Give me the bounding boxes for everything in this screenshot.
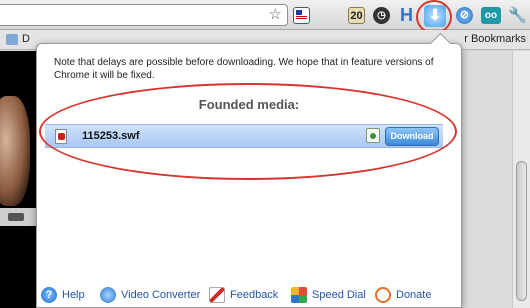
pen-icon	[209, 287, 225, 303]
page-scrollbar[interactable]	[512, 51, 530, 308]
video-frame-image	[0, 96, 30, 206]
video-seek-handle[interactable]	[8, 213, 24, 221]
calendar-extension-icon[interactable]: 20	[348, 7, 365, 24]
video-converter-icon	[100, 287, 116, 303]
help-icon: ?	[41, 287, 57, 303]
scrollbar-thumb[interactable]	[516, 161, 527, 301]
other-bookmarks-link[interactable]: r Bookmarks	[464, 33, 526, 45]
wrench-menu-icon[interactable]: 🔧	[508, 7, 527, 24]
video-converter-label: Video Converter	[121, 289, 201, 301]
bookmark-item[interactable]: D	[22, 33, 30, 45]
page-video-area	[0, 51, 36, 308]
feedback-link[interactable]: Feedback	[209, 285, 278, 305]
h-extension-icon[interactable]: H	[398, 6, 415, 24]
help-label: Help	[62, 289, 85, 301]
help-link[interactable]: ? Help	[41, 285, 85, 305]
donate-label: Donate	[396, 289, 432, 301]
browser-toolbar: ☆ 20 ◷ H ⬇ ⊘ oo 🔧	[0, 0, 530, 34]
bookmark-folder-icon[interactable]	[6, 34, 18, 45]
flag-extension-icon[interactable]	[293, 7, 310, 24]
downloader-popup: Note that delays are possible before dow…	[36, 43, 462, 308]
feedback-label: Feedback	[230, 289, 279, 301]
download-icon-highlight-circle	[416, 0, 452, 34]
donate-link[interactable]: Donate	[375, 285, 431, 305]
cassette-extension-icon[interactable]: oo	[481, 7, 501, 24]
video-converter-link[interactable]: Video Converter	[100, 285, 200, 305]
compass-extension-icon[interactable]: ⊘	[456, 7, 473, 24]
speed-dial-icon	[291, 287, 307, 303]
popup-footer: ? Help Video Converter Feedback Speed Di…	[37, 285, 461, 305]
donate-icon	[375, 287, 391, 303]
delay-note: Note that delays are possible before dow…	[54, 57, 434, 81]
bookmark-star-icon[interactable]: ☆	[269, 6, 282, 24]
media-highlight-ellipse	[39, 83, 457, 180]
speed-dial-label: Speed Dial	[312, 289, 366, 301]
address-bar[interactable]: ☆	[0, 4, 288, 26]
clock-extension-icon[interactable]: ◷	[373, 7, 390, 24]
speed-dial-link[interactable]: Speed Dial	[291, 285, 366, 305]
